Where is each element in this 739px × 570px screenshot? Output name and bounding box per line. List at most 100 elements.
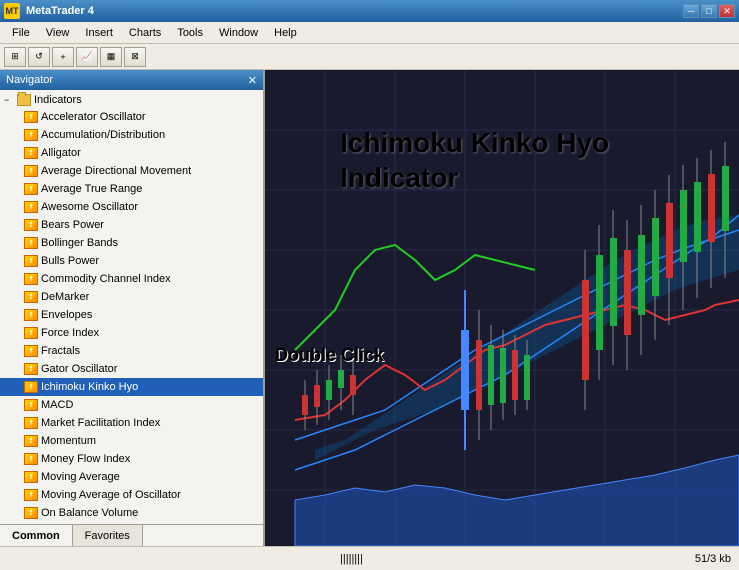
toolbar-btn-1[interactable]: ⊞ (4, 47, 26, 67)
indicator-label: Envelopes (41, 309, 92, 321)
title-bar-title: MetaTrader 4 (26, 5, 94, 17)
indicator-icon: f (24, 471, 38, 483)
indicator-icon: f (24, 489, 38, 501)
nav-tabs: Common Favorites (0, 524, 263, 546)
indicator-icon: f (24, 129, 38, 141)
ichimoku-label-line2: Indicator (340, 160, 609, 195)
toolbar-btn-5[interactable]: ▦ (100, 47, 122, 67)
indicator-icon: f (24, 363, 38, 375)
nav-item-20[interactable]: fMoving Average (0, 468, 263, 486)
nav-item-22[interactable]: fOn Balance Volume (0, 504, 263, 522)
nav-item-5[interactable]: fAwesome Oscillator (0, 198, 263, 216)
nav-item-16[interactable]: fMACD (0, 396, 263, 414)
title-bar-left: MT MetaTrader 4 (4, 3, 94, 19)
indicator-label: Bulls Power (41, 255, 99, 267)
status-info: 51/3 kb (695, 553, 731, 565)
indicator-label: Average True Range (41, 183, 142, 195)
nav-item-9[interactable]: fCommodity Channel Index (0, 270, 263, 288)
nav-item-3[interactable]: fAverage Directional Movement (0, 162, 263, 180)
indicator-label: Alligator (41, 147, 81, 159)
nav-item-6[interactable]: fBears Power (0, 216, 263, 234)
nav-item-2[interactable]: fAlligator (0, 144, 263, 162)
toolbar-btn-2[interactable]: ↺ (28, 47, 50, 67)
nav-item-19[interactable]: fMoney Flow Index (0, 450, 263, 468)
menu-bar: File View Insert Charts Tools Window Hel… (0, 22, 739, 44)
menu-charts[interactable]: Charts (121, 25, 169, 41)
indicator-icon: f (24, 507, 38, 519)
nav-item-17[interactable]: fMarket Facilitation Index (0, 414, 263, 432)
ichimoku-label-line1: Ichimoku Kinko Hyo (340, 125, 609, 160)
indicator-icon: f (24, 345, 38, 357)
nav-tree[interactable]: − Indicators fAccelerator OscillatorfAcc… (0, 90, 263, 524)
nav-item-1[interactable]: fAccumulation/Distribution (0, 126, 263, 144)
indicator-icon: f (24, 255, 38, 267)
indicator-label: Money Flow Index (41, 453, 130, 465)
indicator-icon: f (24, 273, 38, 285)
indicator-icon: f (24, 201, 38, 213)
nav-item-10[interactable]: fDeMarker (0, 288, 263, 306)
menu-tools[interactable]: Tools (169, 25, 211, 41)
tab-favorites[interactable]: Favorites (73, 525, 143, 546)
nav-item-14[interactable]: fGator Oscillator (0, 360, 263, 378)
ichimoku-label: Ichimoku Kinko Hyo Indicator (340, 125, 609, 195)
menu-file[interactable]: File (4, 25, 38, 41)
indicator-icon: f (24, 381, 38, 393)
indicator-label: Commodity Channel Index (41, 273, 171, 285)
indicator-label: Moving Average (41, 471, 120, 483)
indicator-label: DeMarker (41, 291, 89, 303)
nav-items-container: fAccelerator OscillatorfAccumulation/Dis… (0, 108, 263, 522)
indicator-label: Gator Oscillator (41, 363, 117, 375)
nav-item-15[interactable]: fIchimoku Kinko Hyo (0, 378, 263, 396)
chart-area[interactable]: Double Click Ichimoku Kinko Hyo Indicato… (265, 70, 739, 546)
nav-item-13[interactable]: fFractals (0, 342, 263, 360)
indicator-icon: f (24, 183, 38, 195)
indicator-icon: f (24, 417, 38, 429)
menu-view[interactable]: View (38, 25, 78, 41)
status-bars-indicator: |||||||| (340, 553, 363, 565)
indicator-icon: f (24, 453, 38, 465)
toolbar-btn-3[interactable]: + (52, 47, 74, 67)
main-content: Navigator ✕ − Indicators fAccelerator Os… (0, 70, 739, 546)
indicator-label: Accelerator Oscillator (41, 111, 146, 123)
navigator-close-button[interactable]: ✕ (248, 74, 257, 87)
nav-item-7[interactable]: fBollinger Bands (0, 234, 263, 252)
menu-help[interactable]: Help (266, 25, 305, 41)
title-bar: MT MetaTrader 4 ─ □ ✕ (0, 0, 739, 22)
tab-common[interactable]: Common (0, 525, 73, 546)
indicator-label: Momentum (41, 435, 96, 447)
indicator-icon: f (24, 219, 38, 231)
app-icon: MT (4, 3, 20, 19)
root-label: Indicators (34, 94, 82, 106)
menu-window[interactable]: Window (211, 25, 266, 41)
nav-item-8[interactable]: fBulls Power (0, 252, 263, 270)
tree-root-indicators[interactable]: − Indicators (0, 92, 263, 108)
indicator-label: Bollinger Bands (41, 237, 118, 249)
nav-item-11[interactable]: fEnvelopes (0, 306, 263, 324)
close-button[interactable]: ✕ (719, 4, 735, 18)
nav-item-18[interactable]: fMomentum (0, 432, 263, 450)
nav-item-0[interactable]: fAccelerator Oscillator (0, 108, 263, 126)
indicator-label: Market Facilitation Index (41, 417, 160, 429)
indicator-icon: f (24, 327, 38, 339)
navigator-header: Navigator ✕ (0, 70, 263, 90)
nav-item-4[interactable]: fAverage True Range (0, 180, 263, 198)
indicator-label: Force Index (41, 327, 99, 339)
indicator-label: Awesome Oscillator (41, 201, 138, 213)
expand-icon: − (4, 95, 14, 105)
indicator-icon: f (24, 291, 38, 303)
menu-insert[interactable]: Insert (77, 25, 121, 41)
nav-item-21[interactable]: fMoving Average of Oscillator (0, 486, 263, 504)
navigator-title: Navigator (6, 74, 53, 86)
nav-tree-content: − Indicators fAccelerator OscillatorfAcc… (0, 90, 263, 524)
status-bar: |||||||| 51/3 kb (0, 546, 739, 570)
indicator-icon: f (24, 399, 38, 411)
toolbar-btn-4[interactable]: 📈 (76, 47, 98, 67)
title-bar-controls: ─ □ ✕ (683, 4, 735, 18)
toolbar-btn-6[interactable]: ⊠ (124, 47, 146, 67)
folder-icon (17, 94, 31, 106)
maximize-button[interactable]: □ (701, 4, 717, 18)
minimize-button[interactable]: ─ (683, 4, 699, 18)
indicator-icon: f (24, 309, 38, 321)
nav-item-12[interactable]: fForce Index (0, 324, 263, 342)
double-click-label: Double Click (275, 345, 384, 366)
